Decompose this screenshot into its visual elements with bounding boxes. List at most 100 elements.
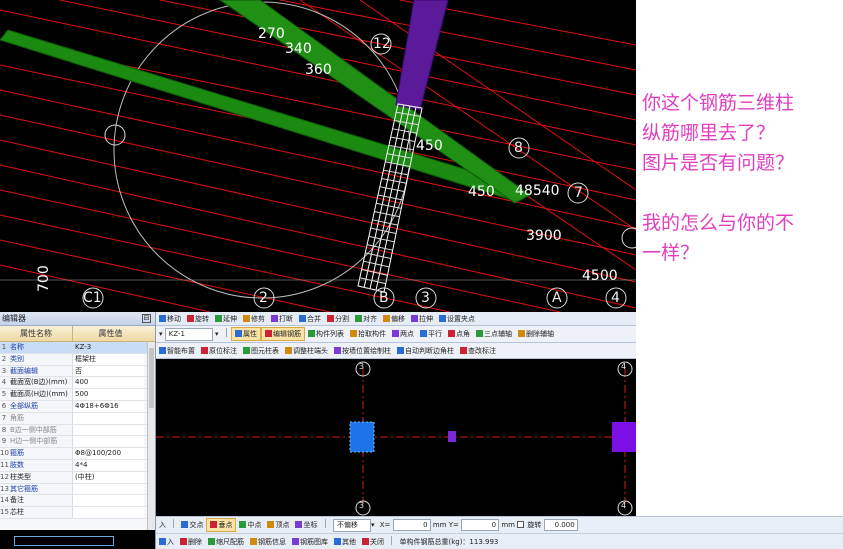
property-row[interactable]: 4 截面宽(B边)(mm) 400 [0,377,155,390]
property-value[interactable]: (中柱) [72,471,144,483]
toolbar-button[interactable]: 合并 [296,312,324,325]
toolbar-button[interactable]: 入 [156,534,177,549]
offset-mode-select[interactable]: 不偏移 ▾ [330,517,378,533]
toolbar-button[interactable]: 删除 [177,534,205,549]
toolbar-button-label: 构件列表 [315,330,344,338]
toolbar-button[interactable]: 关闭 [359,534,387,549]
toolbar-button-label: 图元柱表 [251,347,279,355]
tool-icon [234,330,242,337]
toolbar-button[interactable]: 编辑钢筋 [260,327,305,341]
x-input[interactable]: 0 [392,519,431,531]
toolbar-button-label: 分割 [335,315,349,323]
axis-label: 3 [359,501,365,510]
y-input[interactable]: 0 [461,519,500,531]
property-value[interactable] [72,412,144,424]
toolbar-button[interactable]: 钢筋信息 [247,534,289,549]
toolbar-button[interactable]: 偏移 [380,312,408,325]
2d-view-canvas[interactable]: 3 4 3 4 [156,359,636,516]
toolbar-button[interactable]: 交点 [178,517,206,533]
property-value[interactable] [72,424,144,436]
property-row[interactable]: 2 类别 框架柱 [0,353,155,366]
property-value[interactable] [72,436,144,448]
row-index: 1 [1,343,7,351]
toolbar-button[interactable]: 拾取构件 [347,326,389,342]
property-row[interactable]: 11 肢数 4*4 [0,459,155,472]
row-index: 10 [0,449,9,458]
toolbar-button-label: 调整柱端头 [293,347,328,355]
property-row[interactable]: 9 H边一侧中部筋 [0,436,155,449]
toolbar-button[interactable]: 设置夹点 [436,312,478,325]
toolbar-button[interactable]: 构件列表 [305,326,347,342]
toolbar-button[interactable]: 钢筋图库 [289,534,331,549]
toolbar-button[interactable]: 修剪 [240,312,268,325]
toolbar-button[interactable]: 属性 [230,327,261,341]
toolbar-button[interactable]: 顶点 [264,517,292,533]
property-value[interactable]: 500 [72,389,144,400]
toolbar-button[interactable]: 智能布置 [156,343,198,358]
toolbar-button[interactable]: 中点 [236,517,264,533]
property-row[interactable]: 15 芯柱 [0,507,155,519]
3d-view-canvas[interactable]: 270 340 360 450 450 48540 3900 4500 700 … [0,0,636,312]
row-index: 12 [0,472,9,481]
dim-label: 3900 [526,228,562,244]
toolbar-button[interactable]: 分割 [324,312,352,325]
small-component [448,431,456,442]
toolbar-button[interactable]: 旋转 [184,312,212,325]
toolbar-button[interactable]: 查改标注 [457,343,499,358]
green-beam-1 [0,29,521,201]
toolbar-button[interactable]: 调整柱端头 [282,343,331,358]
toolbar-button[interactable]: 平行 [417,326,445,342]
property-value[interactable] [72,507,144,518]
property-value[interactable]: 400 [72,377,144,389]
toolbar-button[interactable]: 原位标注 [198,343,240,358]
toolbar-button[interactable]: 点角 [445,326,473,342]
property-value[interactable]: 否 [72,365,144,377]
property-row[interactable]: 1 名称 KZ-3 [0,342,155,354]
property-row[interactable]: 14 备注 [0,495,155,508]
rebar-status-bar: 入 删除 缩尺配筋 钢筋信息 钢筋图库 其他 关闭 单构件钢筋总重(kg)：113.993 [156,533,843,549]
property-row[interactable]: 12 柱类型 (中柱) [0,471,155,484]
toolbar-button[interactable]: 两点 [389,326,417,342]
toolbar-button[interactable]: 按墙位置绘制柱 [331,343,394,358]
property-value[interactable] [72,495,144,507]
property-row[interactable]: 8 B边一侧中部筋 [0,424,155,437]
toolbar-button-label: 打断 [279,315,293,323]
property-row[interactable]: 7 角筋 [0,412,155,425]
property-value[interactable] [72,483,144,495]
toolbar-button[interactable]: 图元柱表 [240,343,282,358]
pin-icon[interactable]: ⊟ [142,314,151,323]
toolbar-button-label: 关闭 [370,538,384,546]
property-row[interactable]: 3 截面编辑 否 [0,365,155,378]
toolbar-button[interactable]: 对齐 [352,312,380,325]
property-value[interactable]: 4Φ18+6Φ16 [72,400,144,412]
toolbar-button-label: 编辑钢筋 [272,330,301,338]
toolbar-button[interactable]: 拉伸 [408,312,436,325]
property-value[interactable]: Φ8@100/200 [72,448,144,459]
toolbar-button[interactable]: 延伸 [212,312,240,325]
toolbar-button[interactable]: 其他 [331,534,359,549]
toolbar-button[interactable]: 打断 [268,312,296,325]
axis-label: 3 [359,362,365,371]
toolbar-button[interactable]: 垂点 [206,518,237,532]
property-value[interactable]: 框架柱 [72,353,144,365]
snap-left-label: 入 [159,521,166,529]
toolbar-button[interactable]: 移动 [156,312,184,325]
axis-label: 2 [259,290,268,306]
toolbar-button[interactable]: 删除辅轴 [515,326,557,342]
toolbar-button[interactable]: 自动判断边角柱 [394,343,457,358]
property-value[interactable]: KZ-3 [72,342,144,353]
rotate-input[interactable]: 0.000 [543,519,578,531]
property-row[interactable]: 10 箍筋 Φ8@100/200 [0,448,155,460]
component-select[interactable]: ▾ KZ-1 ▾ [156,326,222,342]
property-row[interactable]: 13 其它箍筋 [0,483,155,496]
property-row[interactable]: 6 全部纵筋 4Φ18+6Φ16 [0,400,155,413]
rotate-checkbox[interactable] [517,521,525,528]
property-value[interactable]: 4*4 [72,459,144,471]
toolbar-button[interactable]: 缩尺配筋 [205,534,247,549]
toolbar-button[interactable]: 三点辅轴 [473,326,515,342]
toolbar-button[interactable]: 坐标 [292,517,320,533]
y-label: mm Y= [432,521,459,529]
property-scrollbar[interactable] [147,342,155,532]
snap-toolbar: 入 交点 垂点 中点 顶点 坐标 不偏移 ▾ X= 0 mm Y= 0 mm 旋转 0.0… [156,516,843,533]
property-row[interactable]: 5 截面高(H边)(mm) 500 [0,389,155,401]
